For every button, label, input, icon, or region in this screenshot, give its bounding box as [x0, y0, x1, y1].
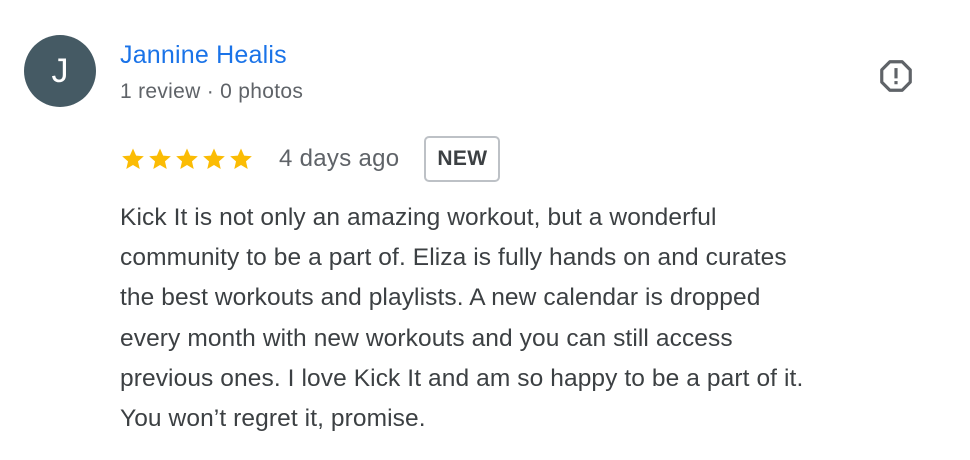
star-icon [230, 148, 252, 169]
review-text-line: Kick It is not only an amazing workout, … [120, 204, 717, 231]
avatar[interactable]: J [24, 35, 96, 107]
review-text-line: every month with new workouts and you ca… [120, 324, 733, 352]
reviewer-name-link[interactable]: Jannine Healis [120, 40, 287, 70]
reviewer-meta: 1 review · 0 photos [120, 80, 304, 103]
rating-row: 4 days ago NEW [120, 136, 501, 182]
review-text-line: community to be a part of. Eliza is full… [120, 244, 787, 272]
review-text-line: previous ones. I love Kick It and am so … [120, 364, 804, 392]
star-icon [122, 148, 144, 169]
star-icon [149, 148, 171, 169]
new-badge: NEW [424, 136, 501, 182]
report-flag-icon [880, 60, 912, 92]
star-rating [120, 146, 255, 172]
review-date: 4 days ago [279, 145, 400, 172]
review-text: Kick It is not only an amazing workout, … [120, 198, 950, 439]
review-text-line: the best workouts and playlists. A new c… [120, 284, 761, 312]
review-text-line: You won’t regret it, promise. [120, 405, 426, 433]
avatar-letter: J [51, 51, 69, 90]
star-icon [176, 148, 198, 169]
star-icon [203, 148, 225, 169]
report-review-button[interactable] [876, 56, 916, 96]
